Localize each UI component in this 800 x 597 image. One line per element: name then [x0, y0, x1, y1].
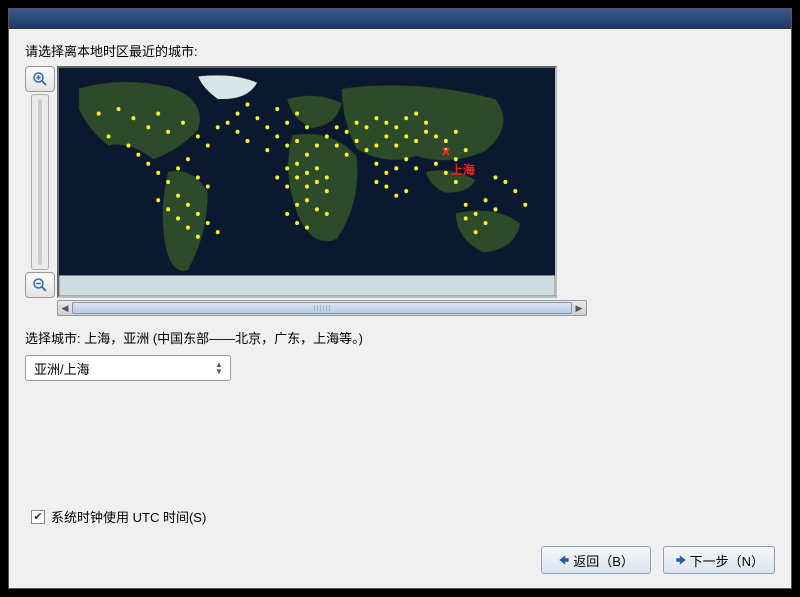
instruction-text: 请选择离本地时区最近的城市: [25, 41, 775, 60]
timezone-value: 亚洲/上海 [34, 359, 90, 378]
map-area: ✕ 上海 [25, 66, 775, 298]
footer-buttons: 返回（B） 下一步（N） [541, 546, 775, 574]
city-label-prefix: 选择城市: [25, 331, 84, 346]
world-map-svg [59, 68, 555, 296]
titlebar [9, 9, 791, 29]
arrow-left-icon [557, 553, 571, 567]
zoom-slider[interactable] [31, 94, 49, 270]
scroll-left-arrow[interactable]: ◀ [58, 301, 72, 315]
utc-checkbox-label: 系统时钟使用 UTC 时间(S) [51, 507, 206, 526]
next-button[interactable]: 下一步（N） [663, 546, 775, 574]
back-button-label: 返回（B） [573, 551, 634, 570]
utc-checkbox[interactable]: ✔ [31, 510, 45, 524]
arrow-right-icon [674, 553, 688, 567]
utc-checkbox-row: ✔ 系统时钟使用 UTC 时间(S) [31, 507, 206, 526]
zoom-out-icon [31, 276, 49, 294]
content-area: 请选择离本地时区最近的城市: [9, 29, 791, 393]
back-button[interactable]: 返回（B） [541, 546, 651, 574]
timezone-combobox[interactable]: 亚洲/上海 ▲▼ [25, 355, 231, 381]
zoom-in-icon [31, 70, 49, 88]
world-map[interactable]: ✕ 上海 [57, 66, 557, 298]
map-horizontal-scrollbar[interactable]: ◀ ▶ [57, 300, 587, 316]
scroll-right-arrow[interactable]: ▶ [572, 301, 586, 315]
next-button-label: 下一步（N） [690, 551, 764, 570]
combo-spinner-icon: ▲▼ [212, 361, 226, 375]
selected-city-line: 选择城市: 上海，亚洲 (中国东部——北京，广东，上海等。) [25, 328, 775, 347]
zoom-in-button[interactable] [25, 66, 55, 92]
installer-window: 请选择离本地时区最近的城市: [8, 8, 792, 589]
city-label-value: 上海，亚洲 (中国东部——北京，广东，上海等。) [84, 331, 363, 346]
zoom-controls [25, 66, 55, 298]
zoom-out-button[interactable] [25, 272, 55, 298]
scroll-thumb[interactable] [72, 302, 572, 314]
